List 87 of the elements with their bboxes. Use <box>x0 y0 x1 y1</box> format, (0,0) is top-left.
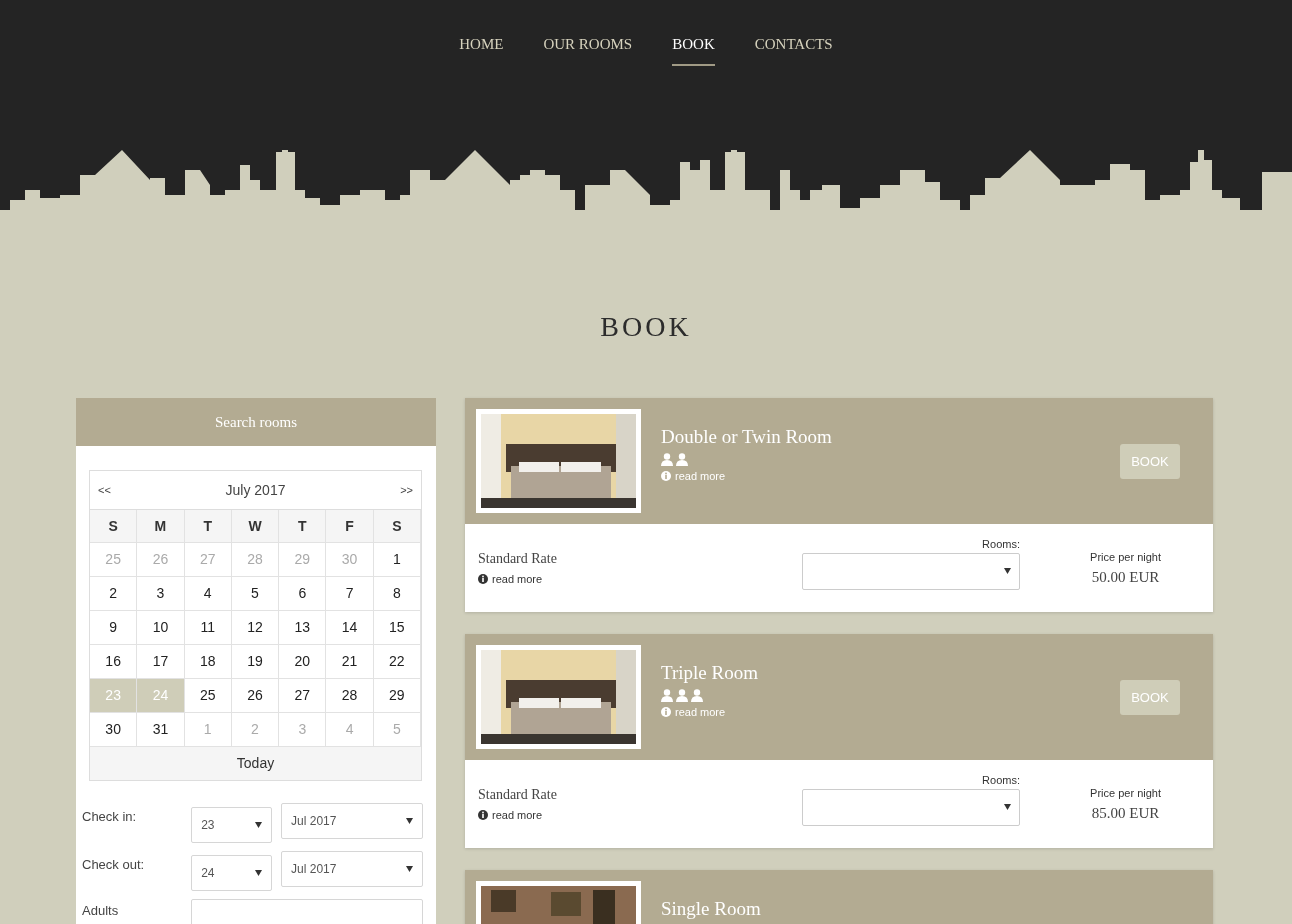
field-label: Check out: <box>82 856 146 874</box>
dropdown-arrow-icon <box>255 870 263 876</box>
calendar-day[interactable]: 11 <box>184 611 232 645</box>
info-icon <box>661 471 671 481</box>
field-label: Adults <box>82 902 120 920</box>
calendar-day[interactable]: 8 <box>373 577 421 611</box>
weekday-header: T <box>279 510 327 543</box>
calendar-day[interactable]: 27 <box>279 679 327 713</box>
rate-name: Standard Rate <box>478 786 558 804</box>
room-name: Double or Twin Room <box>661 425 833 449</box>
read-more-link[interactable]: read more <box>478 571 543 588</box>
dropdown-arrow-icon <box>1004 804 1011 810</box>
calendar-day[interactable]: 4 <box>184 577 232 611</box>
calendar-day[interactable]: 14 <box>326 611 374 645</box>
panel-header: Search rooms <box>76 398 436 446</box>
nav-link[interactable]: HOME <box>459 33 504 66</box>
weekday-header: S <box>373 510 421 543</box>
weekday-header: F <box>326 510 374 543</box>
calendar-day[interactable]: 20 <box>279 645 327 679</box>
calendar-day[interactable]: 17 <box>137 645 185 679</box>
read-more-link[interactable]: read more <box>478 807 543 824</box>
weekday-header: M <box>137 510 185 543</box>
previous-month-link[interactable]: << <box>98 481 111 499</box>
calendar-day[interactable]: 18 <box>184 645 232 679</box>
calendar-day[interactable]: 25 <box>184 679 232 713</box>
calendar-day[interactable]: 6 <box>279 577 327 611</box>
month-label: July 2017 <box>225 480 286 500</box>
person-icon <box>676 689 688 702</box>
rooms-select[interactable] <box>802 788 1020 826</box>
calendar-day[interactable]: 29 <box>373 679 421 713</box>
price-label: Price per night <box>1090 550 1161 565</box>
rooms-label: Rooms: <box>982 773 1020 788</box>
select-field[interactable]: Jul 2017 <box>281 803 423 839</box>
dropdown-arrow-icon <box>1004 568 1011 574</box>
calendar-day[interactable]: 5 <box>231 577 280 611</box>
dropdown-arrow-icon <box>406 818 413 824</box>
calendar-day[interactable]: 21 <box>326 645 374 679</box>
today-button[interactable]: Today <box>90 747 421 780</box>
calendar-day[interactable]: 28 <box>326 679 374 713</box>
calendar-day[interactable]: 1 <box>373 543 421 577</box>
calendar-day[interactable]: 13 <box>279 611 327 645</box>
calendar-day[interactable]: 3 <box>137 577 185 611</box>
select-value: 23 <box>201 817 215 834</box>
calendar-day[interactable]: 22 <box>373 645 421 679</box>
price: 50.00 EUR <box>1091 567 1160 587</box>
info-icon <box>661 707 671 717</box>
person-icon <box>676 453 688 466</box>
weekday-header: W <box>231 510 280 543</box>
person-icon <box>661 689 673 702</box>
dropdown-arrow-icon <box>255 822 263 828</box>
calendar-day[interactable]: 16 <box>90 645 138 679</box>
rooms-label: Rooms: <box>982 537 1020 552</box>
calendar-day[interactable]: 7 <box>326 577 374 611</box>
select-value: Jul 2017 <box>291 861 337 878</box>
weekday-header: T <box>184 510 232 543</box>
dropdown-arrow-icon <box>406 866 413 872</box>
calendar-day[interactable]: 31 <box>137 713 185 747</box>
price: 85.00 EUR <box>1091 803 1160 823</box>
nav-link[interactable]: CONTACTS <box>754 33 833 66</box>
nav-link[interactable]: BOOK <box>672 33 715 66</box>
nav-link[interactable]: OUR ROOMS <box>543 33 633 66</box>
calendar-day[interactable]: 9 <box>90 611 138 645</box>
rooms-select[interactable] <box>802 552 1020 590</box>
person-icon <box>661 453 673 466</box>
select-field[interactable]: Jul 2017 <box>281 851 423 887</box>
price-label: Price per night <box>1090 786 1161 801</box>
page-title: BOOK <box>599 310 693 344</box>
calendar-day[interactable]: 12 <box>231 611 280 645</box>
person-icon <box>691 689 703 702</box>
calendar-day[interactable]: 30 <box>90 713 138 747</box>
calendar-day[interactable]: 2 <box>90 577 138 611</box>
calendar-day[interactable]: 10 <box>137 611 185 645</box>
field-label: Check in: <box>82 808 138 826</box>
room-name: Triple Room <box>661 661 759 685</box>
next-month-link[interactable]: >> <box>400 481 413 499</box>
select-field[interactable]: 23 <box>191 807 273 843</box>
weekday-header: S <box>90 510 138 543</box>
calendar-day[interactable]: 15 <box>373 611 421 645</box>
rate-name: Standard Rate <box>478 550 558 568</box>
select-value: 24 <box>201 865 215 882</box>
calendar-day[interactable]: 19 <box>231 645 280 679</box>
calendar-day[interactable]: 26 <box>231 679 280 713</box>
room-name: Single Room <box>661 897 762 921</box>
select-field[interactable]: 24 <box>191 855 273 891</box>
info-icon <box>478 810 488 820</box>
info-icon <box>478 574 488 584</box>
select-value: Jul 2017 <box>291 813 337 830</box>
